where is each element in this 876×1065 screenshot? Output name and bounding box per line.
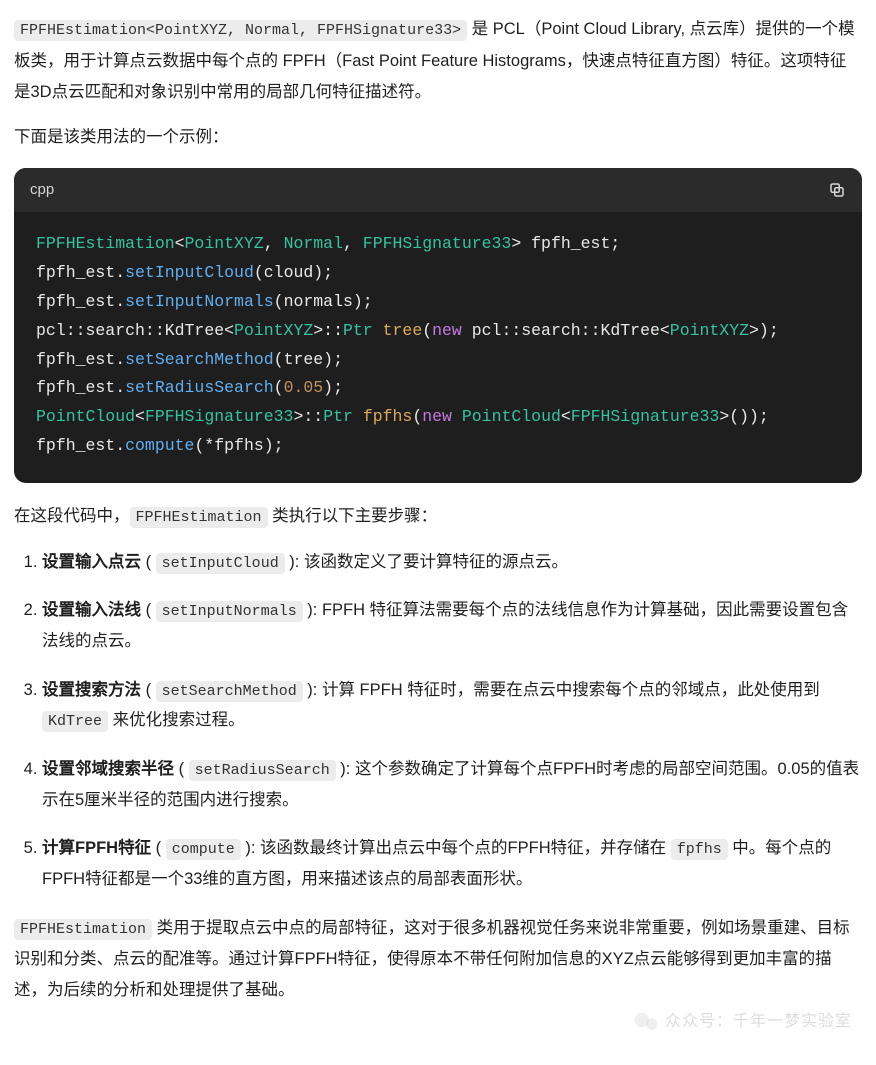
list-item: 设置输入法线 ( setInputNormals ): FPFH 特征算法需要每… xyxy=(42,595,862,656)
list-item: 设置输入点云 ( setInputCloud ): 该函数定义了要计算特征的源点… xyxy=(42,547,862,578)
wechat-icon xyxy=(633,1011,659,1033)
inline-code: setSearchMethod xyxy=(156,681,303,702)
code-language-label: cpp xyxy=(30,176,54,205)
inline-code-classname: FPFHEstimation xyxy=(14,919,152,940)
inline-code-class-template: FPFHEstimation<PointXYZ, Normal, FPFHSig… xyxy=(14,20,467,41)
list-item-title: 设置输入点云 xyxy=(42,553,141,571)
code-header: cpp xyxy=(14,168,862,213)
mid-before: 在这段代码中， xyxy=(14,507,130,525)
code-content: FPFHEstimation<PointXYZ, Normal, FPFHSig… xyxy=(14,212,862,483)
list-item: 设置邻域搜索半径 ( setRadiusSearch ): 这个参数确定了计算每… xyxy=(42,754,862,815)
intro-paragraph-1: FPFHEstimation<PointXYZ, Normal, FPFHSig… xyxy=(14,14,862,108)
watermark-text: 众众号：千年一梦实验室 xyxy=(665,1007,852,1037)
list-item: 计算FPFH特征 ( compute ): 该函数最终计算出点云中每个点的FPF… xyxy=(42,833,862,894)
list-item-text: 来优化搜索过程。 xyxy=(108,711,245,729)
inline-code: KdTree xyxy=(42,711,108,732)
list-item-title: 设置邻域搜索半径 xyxy=(42,760,174,778)
outro-paragraph: FPFHEstimation 类用于提取点云中点的局部特征，这对于很多机器视觉任… xyxy=(14,913,862,1007)
inline-code: setRadiusSearch xyxy=(189,760,336,781)
list-item-text: 计算 FPFH 特征时，需要在点云中搜索每个点的邻域点，此处使用到 xyxy=(322,681,820,699)
list-item-title: 设置搜索方法 xyxy=(42,681,141,699)
watermark: 众众号：千年一梦实验室 xyxy=(633,1007,852,1037)
list-item: 设置搜索方法 ( setSearchMethod ): 计算 FPFH 特征时，… xyxy=(42,675,862,737)
mid-after: 类执行以下主要步骤： xyxy=(268,507,438,525)
copy-icon[interactable] xyxy=(828,181,846,199)
list-item-title: 设置输入法线 xyxy=(42,601,141,619)
intro-paragraph-2: 下面是该类用法的一个示例： xyxy=(14,122,862,153)
list-item-text: 该函数定义了要计算特征的源点云。 xyxy=(304,553,568,571)
code-block: cpp FPFHEstimation<PointXYZ, Normal, FPF… xyxy=(14,168,862,484)
inline-code: setInputCloud xyxy=(156,553,285,574)
list-item-title: 计算FPFH特征 xyxy=(42,839,151,857)
inline-code-classname: FPFHEstimation xyxy=(130,507,268,528)
inline-code: compute xyxy=(166,839,241,860)
mid-paragraph: 在这段代码中，FPFHEstimation 类执行以下主要步骤： xyxy=(14,501,862,533)
inline-code: setInputNormals xyxy=(156,601,303,622)
steps-list: 设置输入点云 ( setInputCloud ): 该函数定义了要计算特征的源点… xyxy=(14,547,862,895)
list-item-text: 该函数最终计算出点云中每个点的FPFH特征，并存储在 xyxy=(260,839,671,857)
inline-code: fpfhs xyxy=(671,839,728,860)
